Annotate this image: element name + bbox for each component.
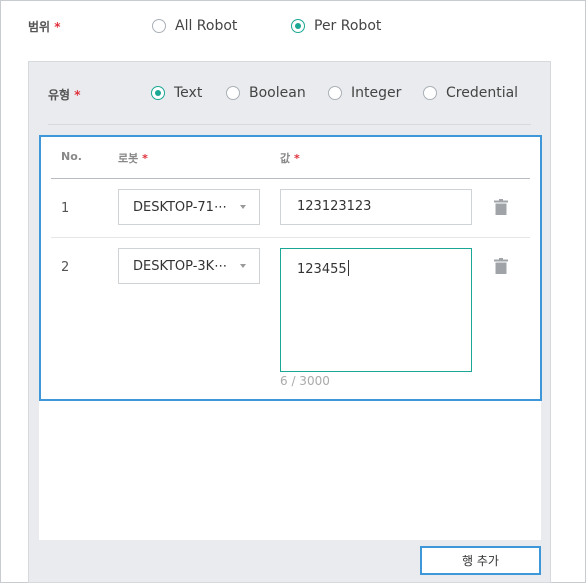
text-cursor [347,260,349,276]
trash-icon[interactable] [494,199,508,215]
header-value: 값 * [280,152,300,165]
char-counter: 6 / 3000 [280,374,330,388]
radio-circle-icon [423,86,437,100]
row-divider [51,237,530,238]
type-radio-boolean[interactable]: Boolean [226,85,306,101]
scope-label: 범위 * [28,20,61,34]
type-radio-text[interactable]: Text [151,85,202,101]
radio-label: Text [174,85,203,101]
radio-label: Credential [446,85,519,101]
header-no: No. [61,150,82,163]
type-radio-integer[interactable]: Integer [328,85,401,101]
add-row-button[interactable]: 행 추가 [420,546,541,575]
value-textarea[interactable]: 123455 [280,248,472,372]
caret-down-icon [240,205,246,209]
type-label: 유형 * [48,88,81,102]
header-robot: 로봇 * [118,152,148,165]
radio-label: All Robot [175,18,238,34]
radio-circle-icon [152,19,166,33]
caret-down-icon [240,264,246,268]
row-number: 1 [61,201,70,216]
value-text: 123455 [297,262,347,277]
robot-select[interactable]: DESKTOP-71⋯ [118,189,260,225]
scope-radio-per-robot[interactable]: Per Robot [291,18,381,34]
radio-circle-icon [328,86,342,100]
radio-selected-icon [151,86,165,100]
value-input[interactable]: 123123123 [280,189,472,225]
radio-label: Per Robot [314,18,382,34]
robot-select[interactable]: DESKTOP-3K⋯ [118,248,260,284]
row-number: 2 [61,260,70,275]
robot-select-value: DESKTOP-71⋯ [133,199,227,215]
value-text: 123123123 [297,199,372,214]
header-divider [51,178,530,179]
radio-label: Boolean [249,85,306,101]
robot-select-value: DESKTOP-3K⋯ [133,258,228,274]
radio-selected-icon [291,19,305,33]
trash-icon[interactable] [494,258,508,274]
divider [48,124,531,125]
scope-radio-all-robot[interactable]: All Robot [152,18,237,34]
radio-circle-icon [226,86,240,100]
radio-label: Integer [351,85,402,101]
type-radio-credential[interactable]: Credential [423,85,518,101]
